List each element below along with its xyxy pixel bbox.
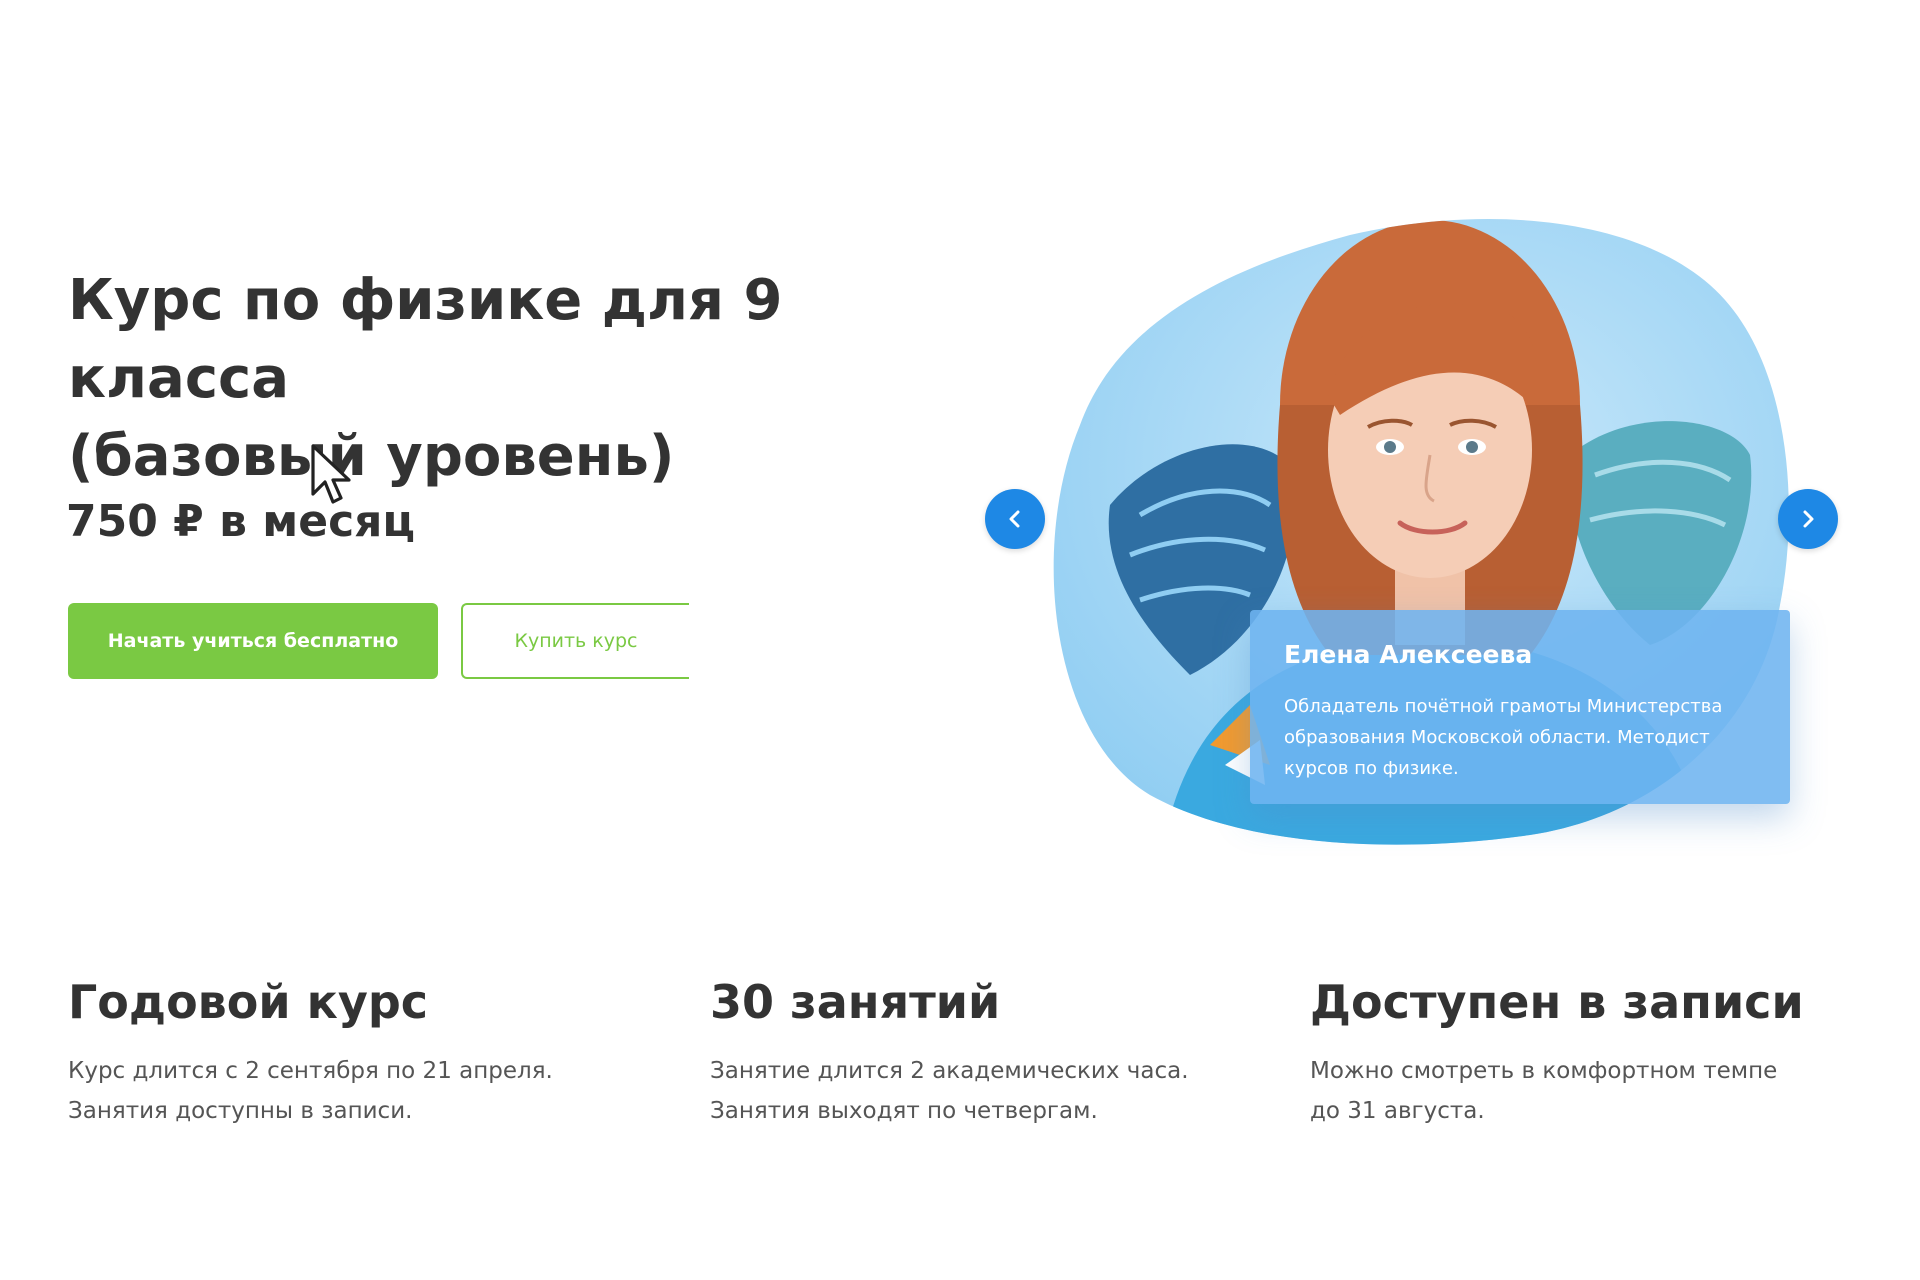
- feature-lessons-count: 30 занятий Занятие длится 2 академически…: [710, 975, 1270, 1131]
- feature-line: Занятия доступны в записи.: [68, 1098, 413, 1124]
- prev-slide-button[interactable]: [985, 489, 1045, 549]
- course-price: 750 ₽ в месяц: [66, 496, 416, 547]
- feature-title: Годовой курс: [68, 975, 429, 1029]
- feature-yearly-course: Годовой курс Курс длится с 2 сентября по…: [68, 975, 628, 1131]
- chevron-right-icon: [1803, 510, 1814, 528]
- teacher-description: Обладатель почётной грамоты Министерства…: [1284, 696, 1723, 779]
- feature-line: Можно смотреть в комфортном темпе: [1310, 1058, 1778, 1084]
- feature-recorded: Доступен в записи Можно смотреть в комфо…: [1310, 975, 1870, 1131]
- next-slide-button[interactable]: [1778, 489, 1838, 549]
- course-title: Курс по физике для 9 класса (базовый уро…: [68, 262, 968, 496]
- teacher-name: Елена Алексеева: [1284, 640, 1533, 669]
- teacher-info-card: Елена Алексеева Обладатель почётной грам…: [1250, 610, 1790, 804]
- feature-line: до 31 августа.: [1310, 1098, 1485, 1124]
- feature-line: Занятие длится 2 академических часа.: [710, 1058, 1189, 1084]
- feature-line: Курс длится с 2 сентября по 21 апреля.: [68, 1058, 553, 1084]
- chevron-left-icon: [1009, 510, 1020, 528]
- course-title-line-2: (базовый уровень): [68, 424, 675, 489]
- feature-title: Доступен в записи: [1310, 975, 1804, 1029]
- course-title-line-1: Курс по физике для 9 класса: [68, 268, 783, 411]
- feature-title: 30 занятий: [710, 975, 1001, 1029]
- feature-line: Занятия выходят по четвергам.: [710, 1098, 1098, 1124]
- buy-course-button[interactable]: Купить курс: [461, 603, 689, 679]
- start-free-button[interactable]: Начать учиться бесплатно: [68, 603, 438, 679]
